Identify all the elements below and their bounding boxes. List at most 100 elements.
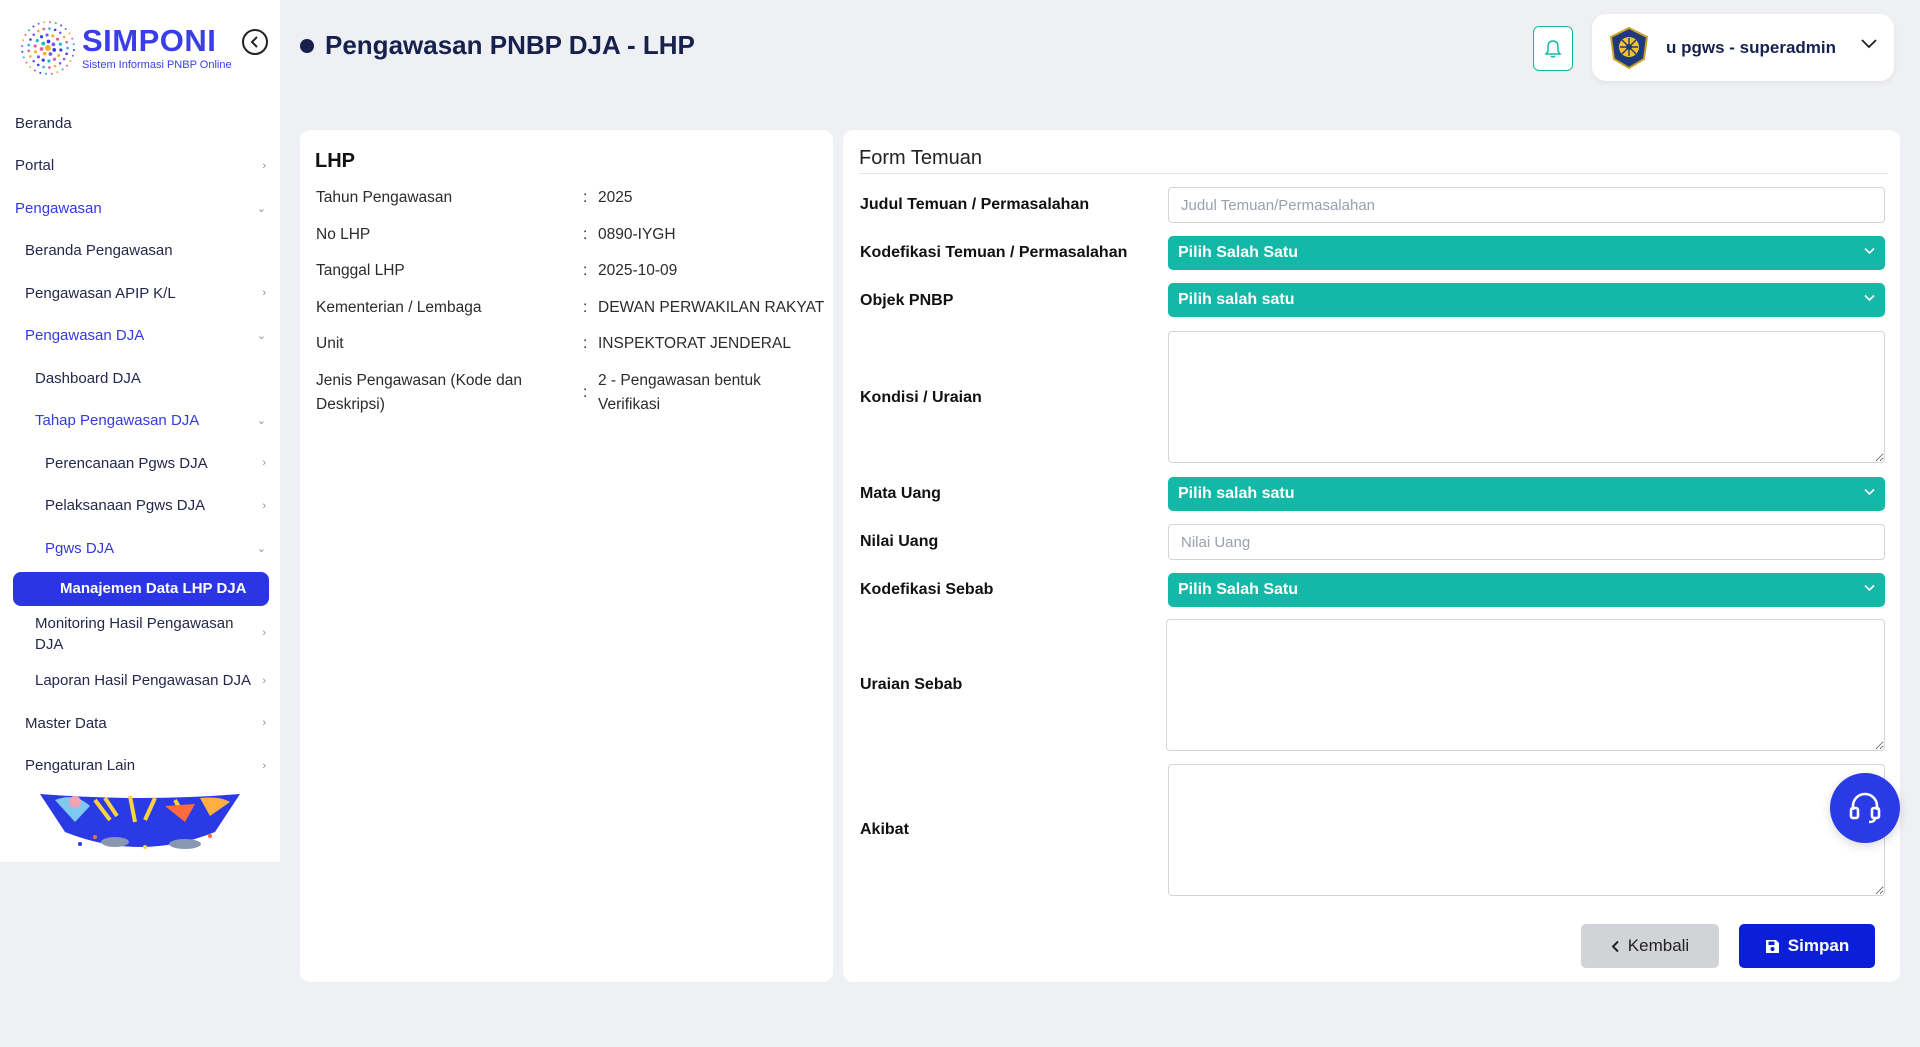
lhp-separator: : (583, 226, 588, 243)
chevron-down-icon (1861, 39, 1877, 49)
sidebar-item-label: Beranda (15, 114, 72, 132)
marine-illustration (40, 794, 240, 849)
lhp-label: Unit (316, 335, 344, 352)
user-name: u pgws - superadmin (1666, 37, 1837, 57)
notification-button[interactable] (1533, 26, 1573, 71)
lhp-label: No LHP (316, 226, 371, 243)
nilai-uang-label: Nilai Uang (860, 533, 939, 550)
form-temuan-card: Form Temuan Judul Temuan / Permasalahan … (843, 130, 1900, 982)
chevron-down-icon (1864, 488, 1875, 496)
select-value: Pilih salah satu (1178, 485, 1295, 502)
lhp-label: Jenis Pengawasan (Kode dan Deskripsi) (316, 372, 522, 413)
mata-uang-select[interactable]: Pilih salah satu (1168, 477, 1885, 511)
uraian-sebab-textarea[interactable] (1166, 619, 1885, 751)
chevron-right-icon: › (262, 287, 266, 300)
user-menu[interactable]: u pgws - superadmin (1592, 14, 1894, 81)
logo-subtitle: Sistem Informasi PNBP Online (82, 59, 232, 71)
sidebar-item-monitoring-hasil-pengawasan-dja[interactable]: Monitoring Hasil Pengawasan DJA › (0, 608, 280, 660)
kodefikasi-temuan-label: Kodefikasi Temuan / Permasalahan (860, 244, 1128, 261)
select-value: Pilih Salah Satu (1178, 244, 1299, 261)
sidebar-item-label: Dashboard DJA (35, 369, 141, 387)
chevron-right-icon: › (262, 759, 266, 772)
lhp-separator: : (583, 335, 588, 352)
chevron-down-icon: ⌄ (256, 202, 266, 215)
sidebar-item-pgws-dja[interactable]: Pgws DJA ⌄ (0, 527, 280, 570)
sidebar-item-laporan-hasil-pengawasan-dja[interactable]: Laporan Hasil Pengawasan DJA › (0, 660, 280, 703)
sidebar-item-pengawasan-dja[interactable]: Pengawasan DJA ⌄ (0, 315, 280, 358)
app-logo[interactable]: SIMPONI Sistem Informasi PNBP Online (18, 18, 232, 78)
nilai-uang-input[interactable] (1168, 524, 1885, 560)
save-button-label: Simpan (1787, 936, 1850, 955)
page-title-text: Pengawasan PNBP DJA - LHP (325, 30, 695, 60)
chevron-down-icon: ⌄ (256, 415, 266, 428)
back-button-label: Kembali (1627, 936, 1690, 955)
select-value: Pilih Salah Satu (1178, 581, 1299, 598)
sidebar-item-beranda-pengawasan[interactable]: Beranda Pengawasan (0, 230, 280, 273)
judul-label: Judul Temuan / Permasalahan (860, 196, 1090, 213)
page-title: Pengawasan PNBP DJA - LHP (300, 30, 695, 61)
bell-icon (1544, 39, 1562, 58)
sidebar-item-beranda[interactable]: Beranda (0, 102, 280, 145)
lhp-value: 2025 (598, 189, 633, 206)
sidebar-item-label: Pengawasan APIP K/L (25, 284, 176, 302)
sidebar-item-tahap-pengawasan-dja[interactable]: Tahap Pengawasan DJA ⌄ (0, 400, 280, 443)
objek-pnbp-label: Objek PNBP (860, 292, 954, 309)
chevron-down-icon: ⌄ (256, 542, 266, 555)
chevron-right-icon: › (262, 674, 266, 687)
kodefikasi-sebab-label: Kodefikasi Sebab (860, 581, 994, 598)
mata-uang-label: Mata Uang (860, 485, 941, 502)
lhp-value: 2025-10-09 (598, 262, 678, 279)
kodefikasi-temuan-select[interactable]: Pilih Salah Satu (1168, 236, 1885, 270)
sidebar-item-label: Pelaksanaan Pgws DJA (45, 497, 206, 515)
back-button[interactable]: Kembali (1581, 924, 1719, 968)
divider (859, 173, 1888, 174)
akibat-label: Akibat (860, 821, 909, 838)
sidebar-item-label: Tahap Pengawasan DJA (35, 412, 200, 430)
support-chat-button[interactable] (1830, 773, 1900, 843)
sidebar-item-perencanaan-pgws-dja[interactable]: Perencanaan Pgws DJA › (0, 442, 280, 485)
sidebar-item-label: Portal (15, 157, 55, 175)
simponi-logo-icon (21, 21, 75, 75)
objek-pnbp-select[interactable]: Pilih salah satu (1168, 283, 1885, 317)
lhp-label: Tanggal LHP (316, 262, 405, 279)
lhp-value: 2 - Pengawasan bentuk Verifikasi (598, 372, 761, 413)
sidebar-item-pengaturan-lain[interactable]: Pengaturan Lain › (0, 745, 280, 788)
sidebar-item-label: Beranda Pengawasan (25, 242, 173, 260)
kondisi-label: Kondisi / Uraian (860, 389, 982, 406)
sidebar-item-master-data[interactable]: Master Data › (0, 702, 280, 745)
sidebar-item-pengawasan[interactable]: Pengawasan ⌄ (0, 187, 280, 230)
logo-title: SIMPONI (82, 23, 217, 58)
kemenkeu-emblem-icon (1609, 26, 1649, 69)
lhp-separator: : (583, 189, 588, 206)
chevron-down-icon (1864, 584, 1875, 592)
save-button[interactable]: Simpan (1739, 924, 1875, 968)
lhp-value: DEWAN PERWAKILAN RAKYAT (598, 299, 825, 316)
sidebar-item-pelaksanaan-pgws-dja[interactable]: Pelaksanaan Pgws DJA › (0, 485, 280, 528)
sidebar-item-label: Laporan Hasil Pengawasan DJA (35, 672, 251, 690)
kondisi-textarea[interactable] (1168, 331, 1885, 463)
chevron-left-icon (250, 36, 258, 48)
sidebar-item-label: Manajemen Data LHP DJA (60, 580, 247, 597)
lhp-detail-card: LHP Tahun Pengawasan : 2025 No LHP : 089… (300, 130, 833, 982)
sidebar: SIMPONI Sistem Informasi PNBP Online Ber… (0, 0, 280, 862)
sidebar-item-pengawasan-apip[interactable]: Pengawasan APIP K/L › (0, 272, 280, 315)
chevron-right-icon: › (262, 499, 266, 512)
chevron-right-icon: › (262, 159, 266, 172)
sidebar-nav: Beranda Portal › Pengawasan ⌄ Beranda Pe… (0, 102, 280, 787)
sidebar-item-manajemen-data-lhp-dja[interactable]: Manajemen Data LHP DJA (13, 571, 269, 606)
sidebar-item-portal[interactable]: Portal › (0, 145, 280, 188)
sidebar-item-label: Pgws DJA (45, 539, 115, 557)
sidebar-item-label: Perencanaan Pgws DJA (45, 454, 208, 472)
collapse-sidebar-button[interactable] (242, 29, 268, 55)
save-icon (1765, 939, 1780, 954)
lhp-heading: LHP (315, 150, 355, 172)
kodefikasi-sebab-select[interactable]: Pilih Salah Satu (1168, 573, 1885, 607)
uraian-sebab-label: Uraian Sebab (860, 676, 963, 693)
judul-input[interactable] (1168, 187, 1885, 223)
sidebar-item-label: Pengawasan DJA (25, 327, 145, 345)
lhp-separator: : (583, 262, 588, 279)
akibat-textarea[interactable] (1168, 764, 1885, 896)
lhp-value: INSPEKTORAT JENDERAL (598, 335, 791, 352)
sidebar-item-dashboard-dja[interactable]: Dashboard DJA (0, 357, 280, 400)
lhp-separator: : (583, 384, 588, 401)
